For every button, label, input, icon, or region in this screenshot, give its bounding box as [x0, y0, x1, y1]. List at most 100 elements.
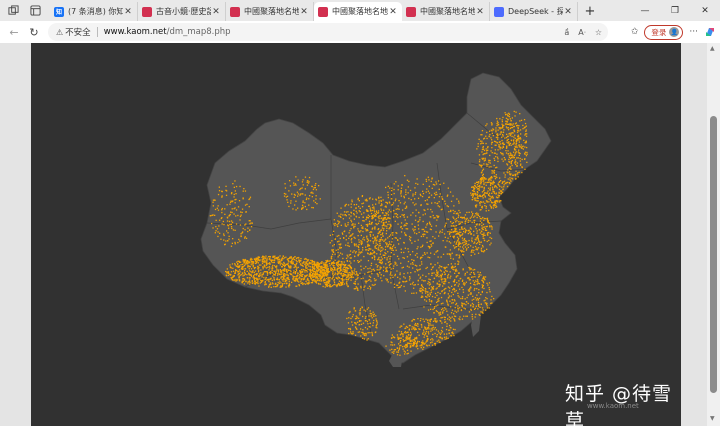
workspaces-icon[interactable]	[4, 1, 22, 19]
settlement-dot	[493, 157, 495, 160]
settlement-dot	[493, 164, 495, 167]
new-tab-button[interactable]: +	[582, 2, 598, 21]
settlement-dot	[471, 313, 473, 316]
settlement-dot	[263, 256, 265, 258]
browser-tab[interactable]: 中國聚落地名地 ✕	[314, 2, 402, 21]
browser-tab[interactable]: 中國聚落地名地 ✕	[226, 2, 314, 21]
tab-actions-icon[interactable]	[26, 1, 44, 19]
settlement-dot	[337, 220, 339, 222]
settlement-dot	[422, 318, 424, 320]
close-tab-icon[interactable]: ✕	[299, 7, 309, 17]
settlement-dot	[418, 269, 420, 271]
favorite-star-icon[interactable]: ☆	[595, 28, 602, 37]
reload-icon[interactable]: ↻	[24, 22, 44, 42]
settlement-dot	[413, 345, 415, 347]
settlement-dot	[473, 283, 475, 286]
settlement-dot	[463, 238, 466, 240]
settlement-dot	[519, 157, 521, 160]
settlement-dot	[330, 263, 332, 265]
settlement-dot	[350, 219, 352, 221]
settlement-dot	[515, 143, 517, 145]
settlement-dot	[268, 279, 270, 281]
settlement-dot	[449, 249, 451, 251]
settlement-dot	[437, 205, 439, 207]
settlement-dot	[306, 180, 309, 182]
settlement-dot	[414, 193, 416, 195]
settlement-dot	[355, 243, 357, 245]
settlement-dot	[265, 271, 268, 273]
settlement-dot	[401, 267, 403, 269]
settlement-dot	[430, 243, 432, 246]
settlement-dot	[461, 302, 463, 304]
settlement-dot	[421, 343, 423, 345]
favorites-icon[interactable]: ✩	[631, 27, 639, 37]
settlement-dot	[476, 194, 478, 196]
settlement-dot	[347, 242, 349, 244]
settlement-dot	[430, 263, 432, 265]
browser-tab[interactable]: 中國聚落地名地 ✕	[402, 2, 490, 21]
settlement-dot	[438, 180, 440, 182]
settlement-dot	[445, 246, 447, 248]
settlement-dot	[319, 198, 321, 200]
settlement-dot	[232, 238, 234, 240]
scrollbar-thumb[interactable]	[710, 116, 717, 393]
close-tab-icon[interactable]: ✕	[123, 7, 133, 17]
login-button[interactable]: 登录 👤	[644, 24, 684, 40]
settlement-dot	[491, 197, 493, 199]
close-tab-icon[interactable]: ✕	[388, 7, 398, 17]
settlement-dot	[334, 224, 336, 227]
settlement-dot	[356, 245, 358, 247]
settlement-dot	[325, 282, 327, 284]
settlement-dot	[474, 226, 476, 228]
close-tab-icon[interactable]: ✕	[563, 7, 573, 17]
settlement-dot	[225, 194, 228, 196]
close-window-icon[interactable]: ✕	[690, 0, 720, 21]
settlement-dot	[490, 137, 492, 139]
close-tab-icon[interactable]: ✕	[475, 7, 485, 17]
browser-tab[interactable]: 知(7 条消息) 你知道✕	[50, 2, 138, 21]
settlement-dot	[515, 152, 517, 154]
maximize-icon[interactable]: ❐	[660, 0, 690, 21]
vertical-scrollbar[interactable]: ▲ ▼	[707, 43, 720, 426]
settlement-dot	[287, 259, 289, 262]
settlement-dot	[282, 258, 284, 260]
browser-tab[interactable]: 古音小鏡·歷史語 ✕	[138, 2, 226, 21]
settlement-dot	[422, 190, 424, 192]
settlement-dot	[435, 288, 437, 290]
scroll-down-icon[interactable]: ▼	[710, 415, 715, 422]
settlement-dot	[397, 189, 399, 191]
settlement-dot	[471, 186, 473, 188]
settlement-dot	[390, 193, 393, 196]
scroll-up-icon[interactable]: ▲	[710, 45, 715, 52]
settlement-dot	[414, 322, 417, 325]
security-label[interactable]: 不安全	[65, 26, 91, 38]
settlement-dot	[466, 296, 468, 299]
settlement-dot	[256, 278, 258, 281]
settlement-dot	[252, 263, 254, 265]
settlement-dot	[371, 334, 374, 337]
settlement-dot	[382, 229, 385, 231]
close-tab-icon[interactable]: ✕	[211, 7, 221, 17]
settlement-dot	[469, 287, 471, 290]
settlement-dot	[521, 158, 523, 161]
settlement-dot	[427, 293, 429, 295]
settlement-dot	[363, 334, 366, 337]
settlement-dot	[506, 185, 509, 188]
settlement-dot	[476, 148, 478, 150]
settlement-dot	[464, 298, 466, 300]
settlement-dot	[482, 142, 484, 144]
settlement-dot	[394, 220, 396, 222]
copilot-icon[interactable]	[704, 23, 716, 42]
minimize-icon[interactable]: —	[630, 0, 660, 21]
translate-icon[interactable]: ầ	[564, 28, 569, 37]
back-icon[interactable]: ←	[4, 22, 24, 42]
more-menu-icon[interactable]: ···	[689, 27, 698, 37]
address-bar[interactable]: ⚠ 不安全 www.kaom.net/dm_map8.php ầ Aᐧ ☆	[48, 23, 608, 41]
settlement-dot	[360, 213, 363, 215]
settlement-dot	[273, 277, 275, 279]
settlement-dot	[436, 269, 438, 271]
browser-tab[interactable]: DeepSeek - 探索✕	[490, 2, 578, 21]
settlement-dot	[414, 219, 417, 221]
read-aloud-icon[interactable]: Aᐧ	[578, 28, 586, 37]
settlement-dot	[225, 185, 227, 187]
